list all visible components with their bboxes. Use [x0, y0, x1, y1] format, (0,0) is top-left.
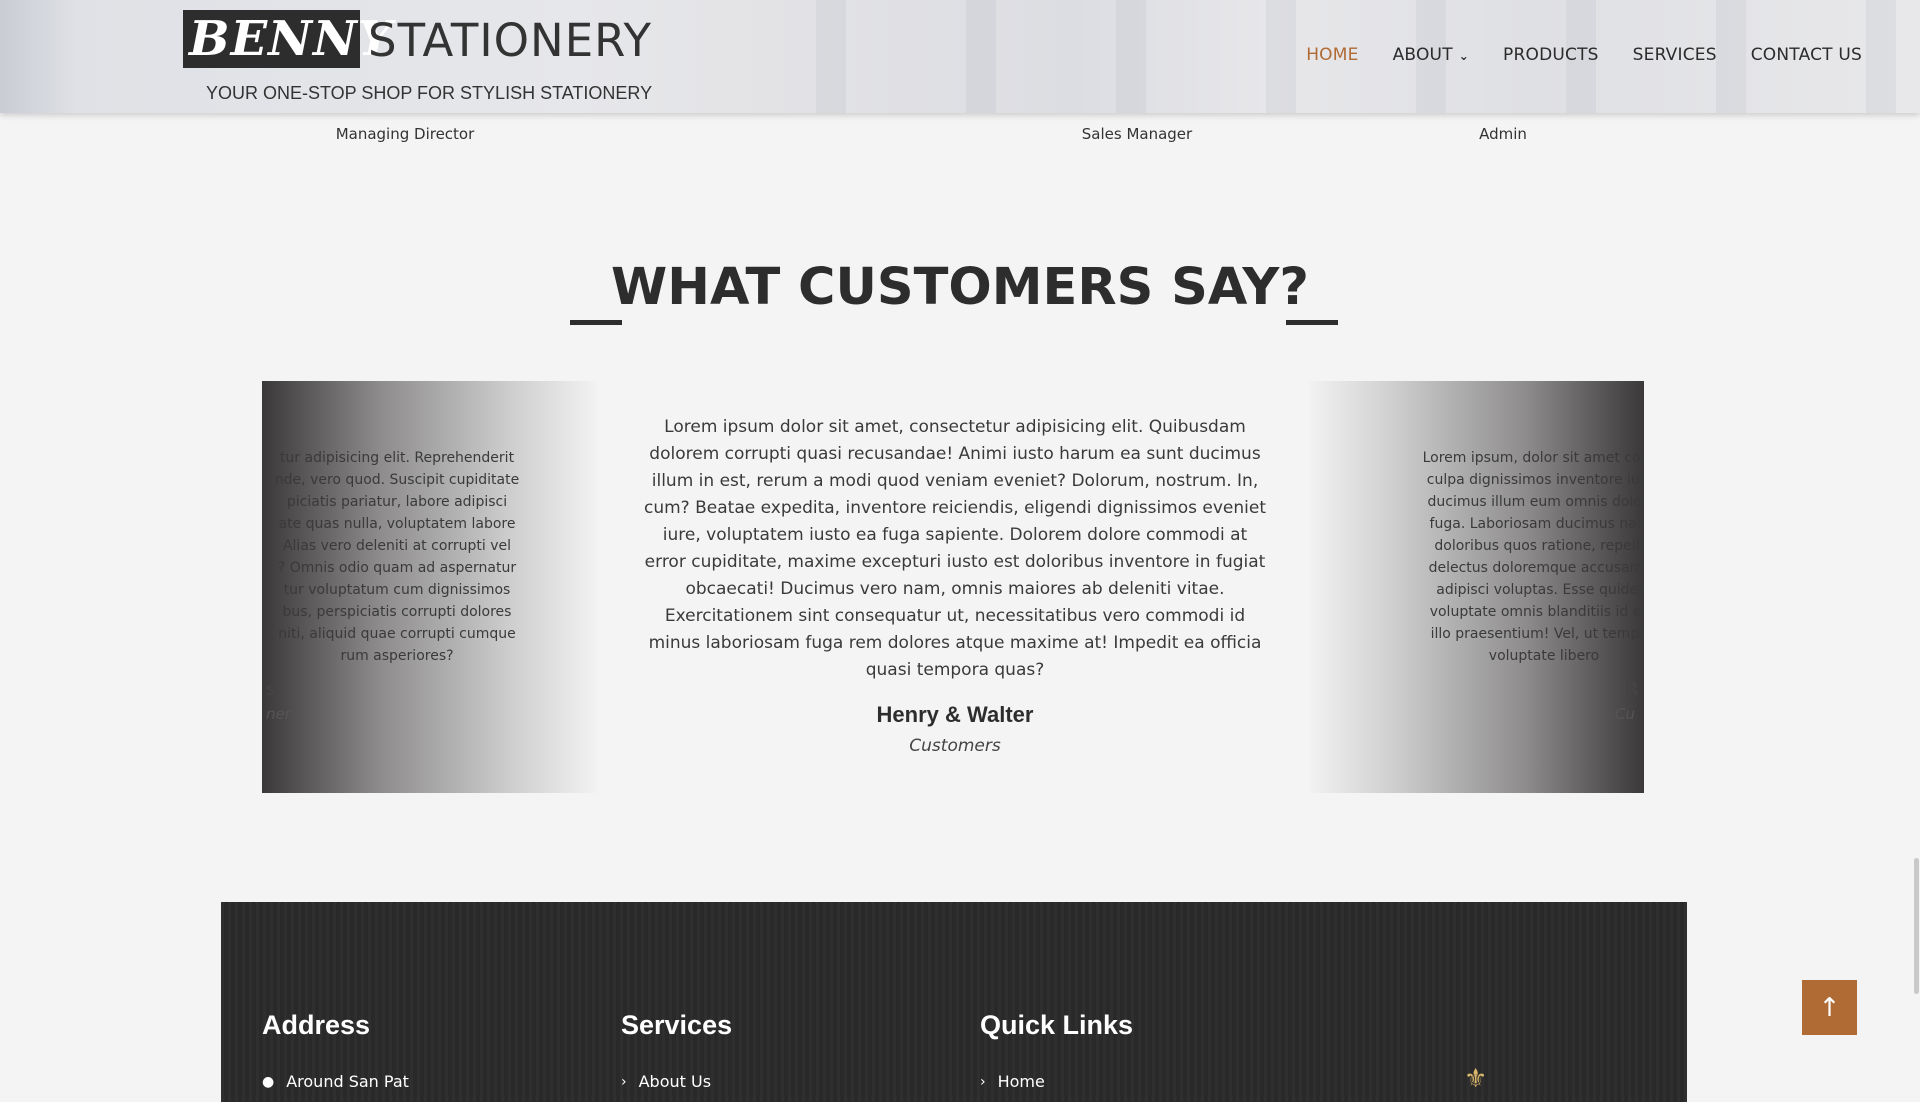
site-logo[interactable]: BENNY STATIONERY YOUR ONE-STOP SHOP FOR … [183, 10, 652, 103]
team-role-admin: Admin [1479, 125, 1527, 143]
title-decor-right [1286, 320, 1338, 325]
footer-heading-quick-links: Quick Links [980, 1010, 1134, 1040]
map-pin-icon: ● [262, 1073, 275, 1090]
chevron-right-icon: › [621, 1073, 627, 1090]
testimonial-quote: Lorem ipsum dolor sit amet, consectetur … [644, 417, 1266, 680]
fleur-de-lis-icon: ⚜ [1464, 1064, 1488, 1094]
testimonial-author: Henry & Walter [876, 702, 1034, 727]
logo-mark: BENNY [183, 10, 392, 68]
testimonial-next-role: Cu [1615, 705, 1635, 723]
logo-primary-text: BENNY [189, 11, 394, 67]
title-decor-left [570, 320, 622, 325]
site-header: BENNY STATIONERY YOUR ONE-STOP SHOP FOR … [0, 0, 1920, 113]
back-to-top-button[interactable]: ↑ [1802, 980, 1857, 1035]
footer-link-home-label: Home [997, 1072, 1045, 1091]
footer-heading-address: Address [262, 1010, 371, 1040]
nav-contact[interactable]: CONTACT US [1751, 45, 1862, 65]
nav-products-label: PRODUCTS [1503, 45, 1599, 65]
nav-about[interactable]: ABOUT ⌄ [1393, 45, 1469, 65]
nav-home[interactable]: HOME [1306, 45, 1358, 65]
nav-services-label: SERVICES [1632, 45, 1717, 65]
testimonial-card-prev[interactable]: tur adipisicing elit. Reprehenderit nde,… [262, 381, 597, 793]
team-role-sales-manager: Sales Manager [1081, 125, 1193, 143]
testimonial-next-text: Lorem ipsum, dolor sit amet conse culpa … [1422, 450, 1644, 664]
chevron-down-icon: ⌄ [1458, 49, 1470, 63]
footer-link-about-label: About Us [638, 1072, 712, 1091]
footer-heading-services: Services [621, 1010, 733, 1040]
main-nav: HOME ABOUT ⌄ PRODUCTS SERVICES CONTACT U… [1272, 45, 1862, 65]
nav-home-label: HOME [1306, 45, 1359, 65]
arrow-up-icon: ↑ [1818, 992, 1841, 1023]
testimonial-prev-text: tur adipisicing elit. Reprehenderit nde,… [274, 450, 520, 664]
nav-about-label: ABOUT [1392, 45, 1453, 65]
page-scrollbar[interactable] [1914, 858, 1919, 994]
testimonial-author-role: Customers [909, 736, 1001, 756]
footer-link-home[interactable]: › Home [980, 1072, 1045, 1091]
footer-address: ● Around San Pat [262, 1072, 409, 1091]
team-role-managing-director: Managing Director [335, 125, 475, 143]
section-title: WHAT CUSTOMERS SAY? [611, 258, 1309, 317]
logo-tagline: YOUR ONE-STOP SHOP FOR STYLISH STATIONER… [206, 83, 653, 103]
testimonial-prev-name: s [266, 679, 277, 700]
testimonial-card-next[interactable]: Lorem ipsum, dolor sit amet conse culpa … [1309, 381, 1644, 793]
testimonial-prev-role: ner [266, 705, 291, 723]
nav-products[interactable]: PRODUCTS [1503, 45, 1599, 65]
nav-services[interactable]: SERVICES [1633, 45, 1717, 65]
footer-link-about[interactable]: › About Us [621, 1072, 711, 1091]
chevron-right-icon: › [980, 1073, 986, 1090]
footer-address-text: Around San Pat [286, 1072, 409, 1091]
testimonial-next-name: R [1625, 679, 1639, 700]
logo-secondary-text: STATIONERY [368, 14, 652, 67]
nav-contact-label: CONTACT US [1750, 45, 1862, 65]
